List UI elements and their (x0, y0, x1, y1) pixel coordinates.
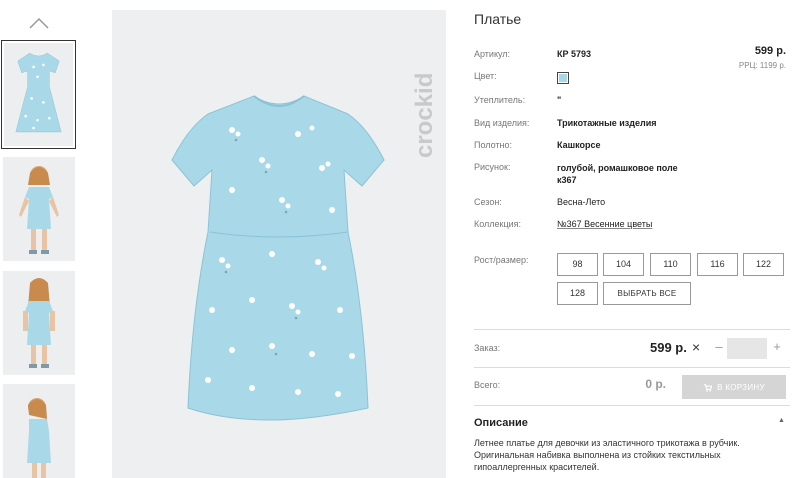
product-details-panel: Платье Артикул: КР 5793 599 р. РРЦ: 1199… (474, 0, 790, 478)
model-front-image (19, 166, 59, 254)
collection-label: Коллекция: (474, 219, 522, 229)
description-text: Летнее платье для девочки из эластичного… (474, 438, 740, 472)
product-title: Платье (474, 11, 522, 27)
product-price: 599 р. (754, 45, 786, 57)
pattern-label: Рисунок: (474, 162, 511, 172)
chevron-up-icon[interactable] (28, 16, 50, 30)
insulation-value: " (557, 95, 562, 105)
dress-thumbnail-image (15, 52, 62, 133)
model-back-image (23, 278, 55, 368)
size-option-128[interactable]: 128 (557, 282, 598, 305)
color-label: Цвет: (474, 71, 497, 81)
product-type-label: Вид изделия: (474, 118, 530, 128)
select-all-sizes-button[interactable]: ВЫБРАТЬ ВСЕ (603, 282, 691, 305)
insulation-label: Утеплитель: (474, 95, 526, 105)
fabric-value: Кашкорсе (557, 140, 601, 150)
dress-image (171, 95, 385, 421)
divider (474, 329, 790, 330)
add-to-cart-label: В КОРЗИНУ (717, 382, 765, 392)
thumbnail-4[interactable] (3, 384, 75, 478)
season-value: Весна-Лето (557, 197, 606, 207)
multiply-sign: × (692, 339, 701, 355)
season-label: Сезон: (474, 197, 502, 207)
color-swatch-fill (559, 74, 567, 82)
brand-logo-text: crockid (411, 73, 438, 158)
order-price: 599 р. (650, 340, 687, 355)
description-heading[interactable]: Описание (474, 417, 528, 429)
size-label: Рост/размер: (474, 255, 529, 265)
quantity-decrease-button[interactable]: – (712, 338, 726, 356)
size-option-98[interactable]: 98 (557, 253, 598, 276)
quantity-input[interactable] (727, 338, 767, 359)
divider (474, 405, 790, 406)
size-option-110[interactable]: 110 (650, 253, 691, 276)
size-option-116[interactable]: 116 (697, 253, 738, 276)
quantity-increase-button[interactable]: + (770, 338, 784, 356)
collapse-caret-icon[interactable]: ▲ (778, 417, 785, 424)
collection-link[interactable]: №367 Весенние цветы (557, 219, 652, 229)
brand-logo: crockid (411, 73, 438, 158)
thumbnail-3[interactable] (3, 271, 75, 375)
cart-icon (704, 383, 713, 392)
fabric-label: Полотно: (474, 140, 513, 150)
article-value: КР 5793 (557, 49, 592, 59)
model-side-image (27, 398, 51, 478)
thumbnail-2[interactable] (3, 157, 75, 261)
total-value: 0 р. (645, 377, 666, 391)
add-to-cart-button[interactable]: В КОРЗИНУ (682, 375, 786, 399)
thumbnail-gallery (0, 0, 80, 478)
article-label: Артикул: (474, 49, 511, 59)
color-swatch[interactable] (557, 72, 569, 84)
order-label: Заказ: (474, 343, 501, 353)
product-type-value: Трикотажные изделия (557, 118, 657, 128)
total-label: Всего: (474, 380, 501, 390)
size-option-104[interactable]: 104 (603, 253, 644, 276)
size-option-122[interactable]: 122 (743, 253, 784, 276)
divider (474, 367, 790, 368)
pattern-value: голубой, ромашковое поле к367 (557, 163, 678, 185)
recommended-price: РРЦ: 1199 р. (738, 61, 786, 70)
main-product-image[interactable]: crockid (112, 10, 446, 478)
thumbnail-1[interactable] (1, 40, 76, 149)
